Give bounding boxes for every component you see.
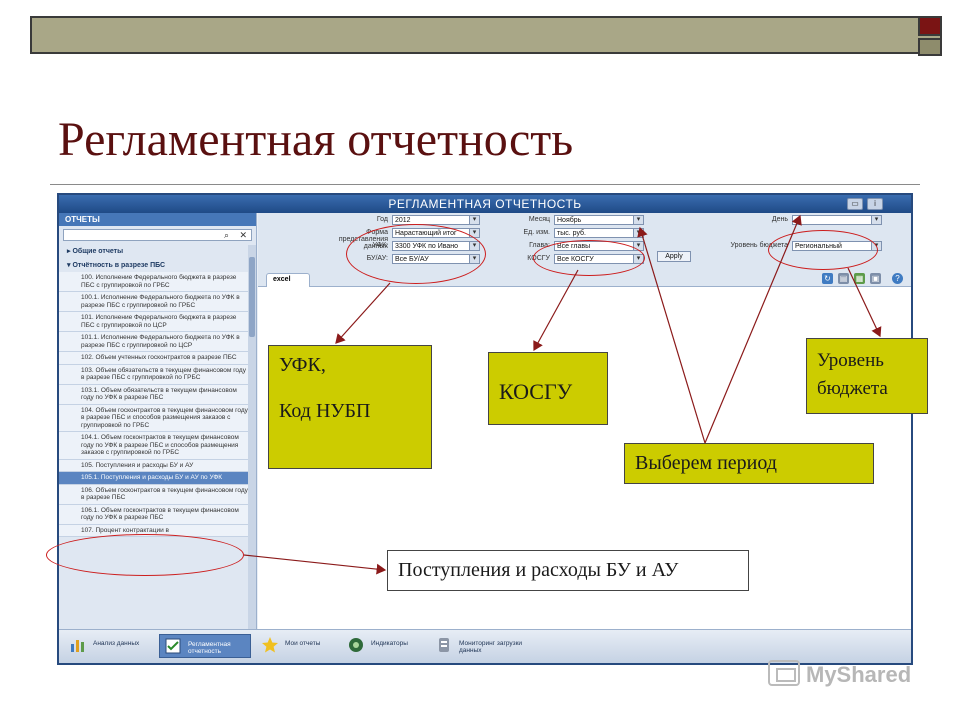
sidebar-item-selected[interactable]: 105.1. Поступления и расходы БУ и АУ по … [59, 472, 256, 485]
highlight-ellipse-kosgu [533, 240, 645, 276]
sidebar-item[interactable]: 105. Поступления и расходы БУ и АУ [59, 459, 256, 472]
slide-accent-square-lower [918, 38, 942, 56]
checklist-icon [165, 638, 181, 654]
sidebar-item[interactable]: 106.1. Объем госконтрактов в текущем фин… [59, 504, 256, 525]
app-header: РЕГЛАМЕНТНАЯ ОТЧЕТНОСТЬ ▭ i [59, 195, 911, 213]
highlight-ellipse-report-item [46, 534, 244, 576]
day-label: День [771, 216, 788, 223]
callout-period: Выберем период [624, 443, 874, 484]
database-icon [439, 638, 449, 652]
sidebar-item[interactable]: 104. Объем госконтрактов в текущем финан… [59, 404, 256, 432]
refresh-icon[interactable]: ↻ [822, 273, 833, 284]
unit-label: Ед. изм. [523, 229, 550, 236]
tab-excel[interactable]: excel [266, 273, 310, 287]
export-icon[interactable]: ▤ [838, 273, 849, 284]
bar-chart-icon [71, 640, 84, 652]
task-label: Индикаторы [371, 640, 408, 647]
sidebar-scrollbar[interactable] [248, 245, 256, 631]
slide-top-bar [30, 16, 942, 56]
task-monitoring[interactable]: Мониторинг загрузки данных [431, 634, 537, 658]
sidebar-item[interactable]: 102. Объем учтенных госконтрактов в разр… [59, 352, 256, 365]
callout-ufk: УФК, Код НУБП [268, 345, 432, 469]
search-icon[interactable]: ⌕ [224, 230, 229, 240]
close-icon[interactable]: ✕ [239, 230, 247, 240]
taskbar: Анализ данных Регламентная отчетность Мо… [59, 629, 911, 663]
help-icon[interactable]: ? [892, 273, 903, 284]
sidebar-header: ОТЧЕТЫ [59, 213, 256, 226]
slide-title: Регламентная отчетность [58, 113, 574, 166]
sidebar-item[interactable]: 100.1. Исполнение Федерального бюджета п… [59, 292, 256, 312]
callout-budget-level: Уровень бюджета [806, 338, 928, 414]
help-icon[interactable]: i [867, 198, 883, 210]
sidebar-item[interactable]: 103.1. Объем обязательств в текущем фина… [59, 384, 256, 405]
layout-icon[interactable]: ▣ [870, 273, 881, 284]
sidebar-item[interactable]: 103. Объем обязательств в текущем финанс… [59, 364, 256, 385]
brand-name: MyShared [806, 662, 912, 687]
sidebar-item[interactable]: 100. Исполнение Федерального бюджета в р… [59, 272, 256, 292]
sidebar-item[interactable]: 101. Исполнение Федерального бюджета в р… [59, 312, 256, 332]
task-indicators[interactable]: Индикаторы [343, 634, 425, 658]
task-analysis[interactable]: Анализ данных [65, 634, 155, 658]
sidebar-item[interactable]: 104.1. Объем госконтрактов в текущем фин… [59, 432, 256, 460]
sidebar-search-input[interactable]: ⌕ ✕ [63, 229, 252, 241]
sidebar-group-label: Отчётность в разрезе ПБС [72, 262, 166, 269]
highlight-ellipse-budget-level [768, 230, 878, 270]
apply-button[interactable]: Apply [657, 251, 691, 262]
title-divider [50, 184, 920, 185]
sidebar-item[interactable]: 101.1. Исполнение Федерального бюджета п… [59, 332, 256, 352]
gauge-icon [349, 638, 363, 652]
callout-kosgu: КОСГУ [488, 352, 608, 425]
star-icon [262, 637, 278, 653]
day-select[interactable] [792, 215, 882, 225]
sidebar-group-pbs[interactable]: ▾ Отчётность в разрезе ПБС [59, 258, 256, 272]
slide-accent-square [918, 16, 942, 36]
unit-select[interactable]: тыс. руб. [554, 228, 644, 238]
sidebar-group-label: Общие отчеты [72, 248, 124, 255]
task-label: Анализ данных [93, 640, 140, 647]
task-reports[interactable]: Регламентная отчетность [159, 634, 251, 658]
chapter-label: Глава: [529, 242, 550, 249]
chart-icon[interactable]: ▦ [854, 273, 865, 284]
scrollbar-thumb[interactable] [249, 257, 255, 337]
sidebar-group-general[interactable]: ▸ Общие отчеты [59, 244, 256, 258]
callout-report-item: Поступления и расходы БУ и АУ [387, 550, 749, 591]
sidebar-item[interactable]: 106. Объем госконтрактов в текущем финан… [59, 484, 256, 505]
print-icon[interactable]: ▭ [847, 198, 863, 210]
month-select[interactable]: Ноябрь [554, 215, 644, 225]
task-label: Мои отчеты [285, 640, 321, 647]
year-label: Год [376, 216, 388, 223]
highlight-ellipse-ufk [346, 224, 486, 284]
task-my-reports[interactable]: Мои отчеты [257, 634, 337, 658]
task-label: Мониторинг загрузки данных [459, 640, 523, 654]
app-window-title: РЕГЛАМЕНТНАЯ ОТЧЕТНОСТЬ [388, 197, 582, 211]
month-label: Месяц [528, 216, 550, 223]
task-label: Регламентная отчетность [188, 641, 231, 655]
presentation-logo-icon [768, 660, 800, 686]
